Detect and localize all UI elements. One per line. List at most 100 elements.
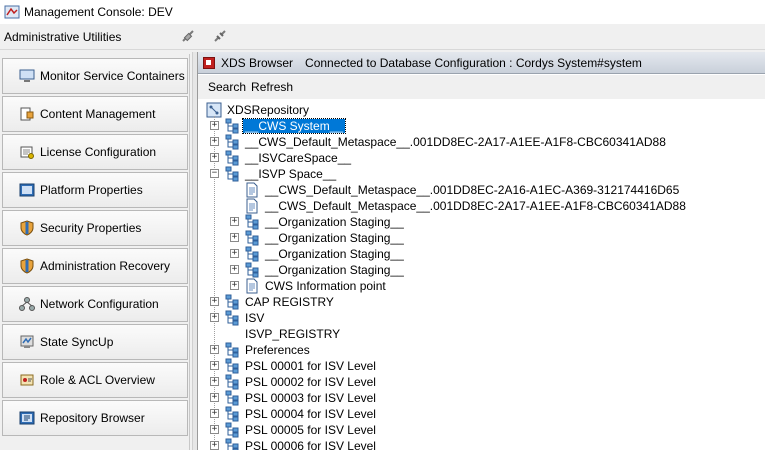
nav-administration-recovery[interactable]: Administration Recovery [2, 248, 188, 284]
xds-repository-tree: XDSRepository + __CWS System__ + __CWS_Defa… [198, 100, 765, 450]
tree-node[interactable]: __ISVP Space__ [224, 166, 338, 182]
window-titlebar: Management Console: DEV [0, 0, 765, 24]
document-icon [246, 278, 258, 294]
nav-label: Content Management [40, 107, 156, 121]
tree-node-label: __CWS System__ [241, 118, 347, 134]
expand-toggle[interactable]: + [210, 313, 219, 322]
document-icon [246, 182, 258, 198]
nav-role-acl-overview[interactable]: Role & ACL Overview [2, 362, 188, 398]
expand-toggle[interactable]: + [230, 233, 239, 242]
folder-tree-icon [245, 230, 259, 246]
nav-label: Administration Recovery [40, 259, 171, 273]
nav-label: Monitor Service Containers [40, 69, 185, 83]
tree-node[interactable]: ISV [224, 310, 266, 326]
tree-node[interactable]: PSL 00004 for ISV Level [224, 406, 378, 422]
folder-tree-icon [225, 358, 239, 374]
tree-node-label: CAP REGISTRY [245, 295, 334, 309]
folder-tree-icon [225, 422, 239, 438]
nav-state-syncup[interactable]: State SyncUp [2, 324, 188, 360]
xds-browser-panel: XDS Browser Connected to Database Config… [197, 52, 765, 450]
tree-node[interactable]: CWS Information point [244, 278, 388, 294]
tree-node-label: __CWS_Default_Metaspace__.001DD8EC-2A16-… [265, 183, 680, 197]
tree-node[interactable]: PSL 00002 for ISV Level [224, 374, 378, 390]
tree-node-label: PSL 00005 for ISV Level [245, 423, 376, 437]
expand-toggle[interactable]: + [210, 441, 219, 450]
tree-node[interactable]: PSL 00005 for ISV Level [224, 422, 378, 438]
nav-label: License Configuration [40, 145, 157, 159]
tree-node[interactable]: __Organization Staging__ [244, 230, 406, 246]
tree-node[interactable]: __Organization Staging__ [244, 262, 406, 278]
expand-toggle[interactable]: + [230, 265, 239, 274]
tree-node[interactable]: PSL 00003 for ISV Level [224, 390, 378, 406]
tree-node[interactable]: Preferences [224, 342, 312, 358]
nav-monitor-service-containers[interactable]: Monitor Service Containers [2, 58, 188, 94]
tree-node[interactable]: __CWS_Default_Metaspace__.001DD8EC-2A17-… [244, 198, 688, 214]
folder-tree-icon [225, 406, 239, 422]
disconnect-icon[interactable] [180, 28, 196, 44]
tree-node-label: PSL 00006 for ISV Level [245, 439, 376, 450]
nav-label: Repository Browser [40, 411, 145, 425]
expand-toggle[interactable]: + [210, 121, 219, 130]
tree-node-label: PSL 00004 for ISV Level [245, 407, 376, 421]
tree-node-label: PSL 00002 for ISV Level [245, 375, 376, 389]
tree-node[interactable]: __CWS_Default_Metaspace__.001DD8EC-2A16-… [244, 182, 681, 198]
tree-node[interactable]: PSL 00001 for ISV Level [224, 358, 378, 374]
platform-icon [19, 183, 35, 197]
expand-toggle[interactable]: + [210, 297, 219, 306]
xds-browser-icon [203, 56, 215, 69]
expand-toggle[interactable]: + [210, 153, 219, 162]
folder-tree-icon [225, 438, 239, 450]
folder-tree-icon [245, 262, 259, 278]
panel-title: XDS Browser [221, 55, 294, 70]
nav-license-configuration[interactable]: License Configuration [2, 134, 188, 170]
expand-toggle[interactable]: + [230, 217, 239, 226]
tree-node-label: CWS Information point [265, 279, 386, 293]
admin-utilities-header: Administrative Utilities [0, 24, 765, 50]
tree-root-label: XDSRepository [227, 103, 310, 117]
expand-toggle[interactable]: + [210, 345, 219, 354]
tree-root[interactable]: XDSRepository [206, 102, 311, 118]
search-button[interactable]: Search [208, 80, 246, 94]
folder-tree-icon [245, 214, 259, 230]
tree-node-label: ISV [245, 311, 265, 325]
tree-node[interactable]: __ISVCareSpace__ [224, 150, 353, 166]
browser-toolbar: Search Refresh [198, 75, 765, 99]
collapse-toggle[interactable]: − [210, 169, 219, 178]
repository-icon [19, 411, 35, 425]
tree-node[interactable]: ISVP_REGISTRY [224, 326, 342, 342]
folder-tree-icon [225, 374, 239, 390]
expand-toggle[interactable]: + [230, 281, 239, 290]
content-icon [20, 107, 34, 121]
folder-tree-icon [225, 294, 239, 310]
tree-node-label: __Organization Staging__ [265, 231, 404, 245]
expand-toggle[interactable]: + [210, 137, 219, 146]
folder-tree-icon [225, 390, 239, 406]
left-navigation: Monitor Service Containers Content Manag… [0, 54, 190, 450]
expand-toggle[interactable]: + [210, 393, 219, 402]
nav-platform-properties[interactable]: Platform Properties [2, 172, 188, 208]
connect-icon[interactable] [212, 28, 228, 44]
role-icon [20, 374, 34, 386]
nav-label: Security Properties [40, 221, 142, 235]
nav-network-configuration[interactable]: Network Configuration [2, 286, 188, 322]
tree-node[interactable]: __Organization Staging__ [244, 246, 406, 262]
folder-tree-icon [245, 246, 259, 262]
folder-tree-icon [225, 134, 239, 150]
nav-content-management[interactable]: Content Management [2, 96, 188, 132]
nav-repository-browser[interactable]: Repository Browser [2, 400, 188, 436]
expand-toggle[interactable]: + [210, 377, 219, 386]
tree-node[interactable]: __CWS_Default_Metaspace__.001DD8EC-2A17-… [224, 134, 668, 150]
sync-icon [20, 335, 34, 348]
tree-node[interactable]: __CWS System__ [224, 118, 347, 134]
tree-node-label: PSL 00003 for ISV Level [245, 391, 376, 405]
expand-toggle[interactable]: + [210, 425, 219, 434]
expand-toggle[interactable]: + [210, 409, 219, 418]
expand-toggle[interactable]: + [230, 249, 239, 258]
nav-label: Network Configuration [40, 297, 159, 311]
tree-node[interactable]: CAP REGISTRY [224, 294, 336, 310]
nav-security-properties[interactable]: Security Properties [2, 210, 188, 246]
expand-toggle[interactable]: + [210, 361, 219, 370]
tree-node[interactable]: __Organization Staging__ [244, 214, 406, 230]
refresh-button[interactable]: Refresh [251, 80, 293, 94]
tree-node[interactable]: PSL 00006 for ISV Level [224, 438, 378, 450]
